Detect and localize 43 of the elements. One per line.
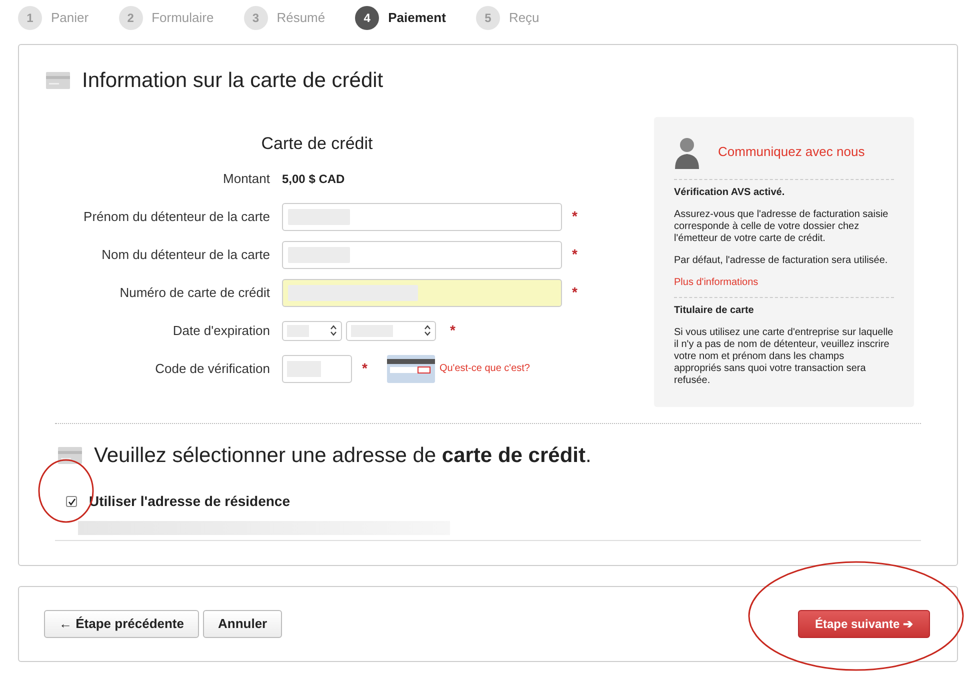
panel-title: Communiquez avec nous (718, 146, 865, 158)
step-tab[interactable]: 2 Formulaire (118, 6, 214, 30)
section-title: Information sur la carte de crédit (82, 68, 384, 94)
field-label: Numéro de carte de crédit (120, 284, 270, 300)
text-input[interactable] (282, 278, 562, 306)
next-button[interactable]: Étape suivante ➔ (798, 610, 930, 638)
step-tab[interactable]: 3 Résumé (244, 6, 326, 30)
text-input[interactable] (282, 202, 562, 230)
section-heading: Titulaire de carte (674, 304, 755, 316)
field-label: Nom du détenteur de la carte (102, 246, 270, 262)
field-label: Prénom du détenteur de la carte (84, 208, 270, 224)
credit-card-icon (58, 446, 82, 464)
paragraph: Si vous utilisez une carte d'entreprise sur laquelle il n'y a pas de nom de détenteur, veuillez inscrire votre nom et prénom dans les champs appropriés sans quoi votre transaction sera refusée. (674, 326, 894, 386)
form-title: Carte de crédit (260, 132, 374, 154)
step-tab[interactable]: 1 Panier (18, 6, 89, 30)
field-label: Montant (223, 170, 270, 186)
amount-value: 5,00 $ CAD (282, 170, 345, 188)
field-label: Date d'expiration (172, 322, 270, 338)
required-asterisk: * (572, 283, 578, 302)
text-input[interactable] (282, 240, 562, 268)
more-info-link[interactable]: Plus d'informations (674, 276, 894, 288)
paragraph: Assurez-vous que l'adresse de facturation saisie corresponde à celle de votre dossier chez l'émetteur de votre carte de crédit. (674, 208, 890, 244)
chevron-up-down-icon (330, 325, 337, 336)
text-input[interactable] (282, 354, 352, 382)
credit-card-icon (46, 72, 70, 90)
secondary-button[interactable]: Annuler (203, 610, 282, 638)
step-tab[interactable]: 5 Reçu (476, 6, 540, 30)
help-link[interactable]: Qu'est-ce que c'est? (439, 361, 530, 376)
card-back-icon (387, 354, 436, 382)
secondary-button[interactable]: ← Étape précédente (44, 610, 199, 638)
select-dropdown[interactable] (346, 320, 436, 340)
checkbox[interactable] (66, 496, 77, 507)
select-dropdown[interactable] (282, 320, 342, 340)
required-asterisk: * (362, 359, 368, 378)
paragraph: Par défaut, l'adresse de facturation sera utilisée. (674, 254, 889, 266)
required-asterisk: * (572, 207, 578, 226)
field-label: Code de vérification (155, 360, 270, 376)
required-asterisk: * (572, 245, 578, 264)
required-asterisk: * (450, 321, 456, 340)
chevron-up-down-icon (424, 325, 431, 336)
section-title: Veuillez sélectionner une adresse de carte de crédit. (94, 442, 592, 468)
section-heading: Vérification AVS activé. (674, 186, 786, 198)
step-tab[interactable]: 4 Paiement (355, 6, 446, 30)
